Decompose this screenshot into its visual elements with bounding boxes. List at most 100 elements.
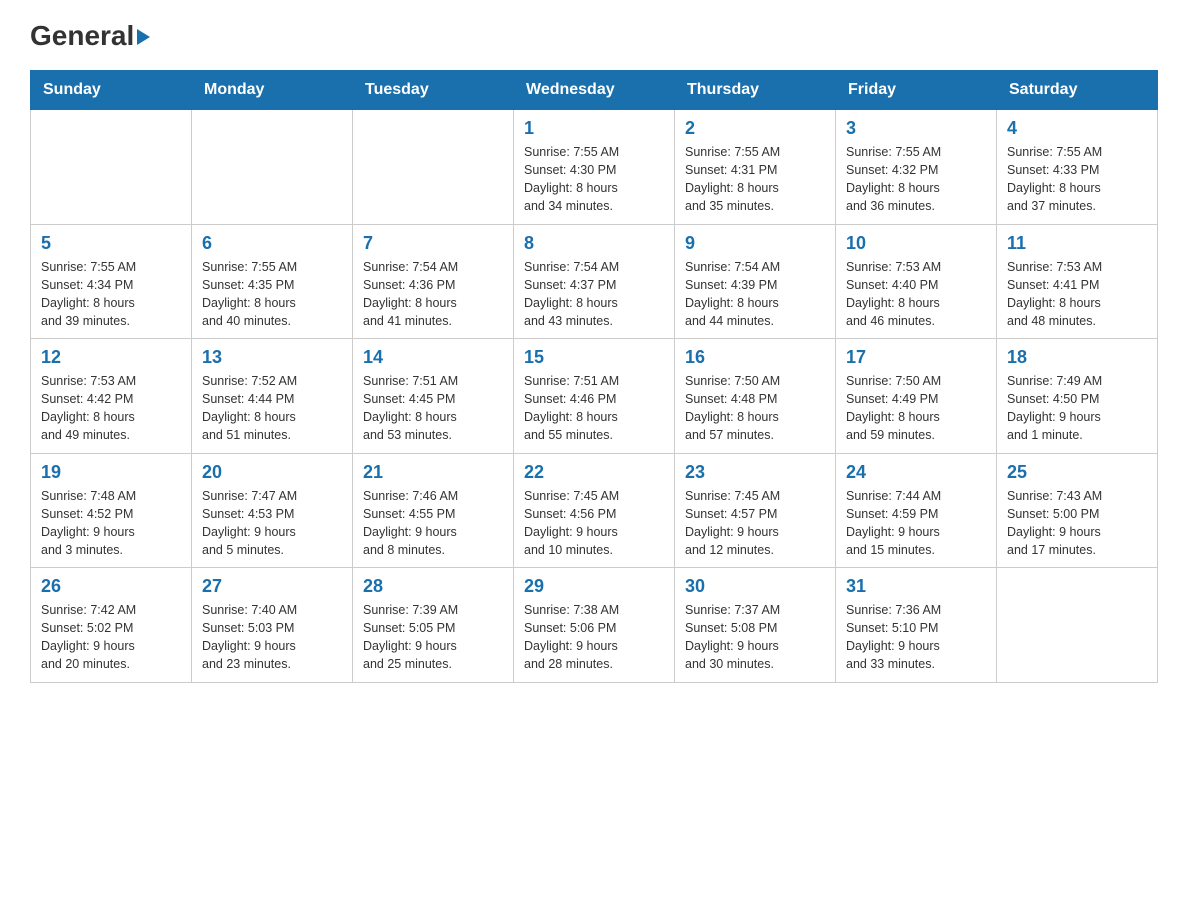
day-info: Sunrise: 7:55 AM Sunset: 4:35 PM Dayligh… — [202, 258, 342, 331]
calendar-day-30: 30Sunrise: 7:37 AM Sunset: 5:08 PM Dayli… — [675, 568, 836, 683]
weekday-header-friday: Friday — [836, 71, 997, 110]
calendar-day-7: 7Sunrise: 7:54 AM Sunset: 4:36 PM Daylig… — [353, 224, 514, 339]
calendar-day-4: 4 Sunrise: 7:55 AM Sunset: 4:33 PM Daylig… — [997, 110, 1158, 225]
calendar-table: SundayMondayTuesdayWednesdayThursdayFrid… — [30, 70, 1158, 683]
calendar-day-2: 2 Sunrise: 7:55 AM Sunset: 4:31 PM Daylig… — [675, 110, 836, 225]
day-info: Sunrise: 7:54 AM Sunset: 4:37 PM Dayligh… — [524, 258, 664, 331]
calendar-day-31: 31 Sunrise: 7:36 AM Sunset: 5:10 PM Dayli… — [836, 568, 997, 683]
calendar-day-13: 13Sunrise: 7:52 AM Sunset: 4:44 PM Dayli… — [192, 339, 353, 454]
day-number: 23 — [685, 462, 825, 483]
calendar-day-9: 9 Sunrise: 7:54 AM Sunset: 4:39 PM Daylig… — [675, 224, 836, 339]
page-header: General — [30, 20, 1158, 52]
day-number: 6 — [202, 233, 342, 254]
day-number: 11 — [1007, 233, 1147, 254]
calendar-day-11: 11 Sunrise: 7:53 AM Sunset: 4:41 PM Dayli… — [997, 224, 1158, 339]
day-number: 20 — [202, 462, 342, 483]
day-info: Sunrise: 7:53 AM Sunset: 4:42 PM Dayligh… — [41, 372, 181, 445]
day-number: 8 — [524, 233, 664, 254]
day-info: Sunrise: 7:50 AM Sunset: 4:49 PM Dayligh… — [846, 372, 986, 445]
calendar-day-21: 21Sunrise: 7:46 AM Sunset: 4:55 PM Dayli… — [353, 453, 514, 568]
calendar-day-17: 17Sunrise: 7:50 AM Sunset: 4:49 PM Dayli… — [836, 339, 997, 454]
day-number: 5 — [41, 233, 181, 254]
calendar-day-15: 15Sunrise: 7:51 AM Sunset: 4:46 PM Dayli… — [514, 339, 675, 454]
day-info: Sunrise: 7:36 AM Sunset: 5:10 PM Dayligh… — [846, 601, 986, 674]
day-info: Sunrise: 7:50 AM Sunset: 4:48 PM Dayligh… — [685, 372, 825, 445]
day-number: 28 — [363, 576, 503, 597]
day-info: Sunrise: 7:45 AM Sunset: 4:56 PM Dayligh… — [524, 487, 664, 560]
day-info: Sunrise: 7:38 AM Sunset: 5:06 PM Dayligh… — [524, 601, 664, 674]
calendar-body: 1 Sunrise: 7:55 AM Sunset: 4:30 PM Daylig… — [31, 110, 1158, 683]
calendar-day-19: 19 Sunrise: 7:48 AM Sunset: 4:52 PM Dayli… — [31, 453, 192, 568]
calendar-day-29: 29 Sunrise: 7:38 AM Sunset: 5:06 PM Dayli… — [514, 568, 675, 683]
day-number: 2 — [685, 118, 825, 139]
calendar-day-18: 18 Sunrise: 7:49 AM Sunset: 4:50 PM Dayli… — [997, 339, 1158, 454]
day-info: Sunrise: 7:43 AM Sunset: 5:00 PM Dayligh… — [1007, 487, 1147, 560]
day-number: 26 — [41, 576, 181, 597]
calendar-week-row: 19 Sunrise: 7:48 AM Sunset: 4:52 PM Dayli… — [31, 453, 1158, 568]
day-info: Sunrise: 7:51 AM Sunset: 4:46 PM Dayligh… — [524, 372, 664, 445]
day-number: 19 — [41, 462, 181, 483]
day-info: Sunrise: 7:55 AM Sunset: 4:30 PM Dayligh… — [524, 143, 664, 216]
calendar-day-25: 25 Sunrise: 7:43 AM Sunset: 5:00 PM Dayli… — [997, 453, 1158, 568]
calendar-day-26: 26 Sunrise: 7:42 AM Sunset: 5:02 PM Dayli… — [31, 568, 192, 683]
calendar-day-12: 12Sunrise: 7:53 AM Sunset: 4:42 PM Dayli… — [31, 339, 192, 454]
day-info: Sunrise: 7:54 AM Sunset: 4:39 PM Dayligh… — [685, 258, 825, 331]
weekday-header-wednesday: Wednesday — [514, 71, 675, 110]
day-info: Sunrise: 7:54 AM Sunset: 4:36 PM Dayligh… — [363, 258, 503, 331]
calendar-day-24: 24 Sunrise: 7:44 AM Sunset: 4:59 PM Dayli… — [836, 453, 997, 568]
day-number: 31 — [846, 576, 986, 597]
day-info: Sunrise: 7:49 AM Sunset: 4:50 PM Dayligh… — [1007, 372, 1147, 445]
day-info: Sunrise: 7:55 AM Sunset: 4:33 PM Dayligh… — [1007, 143, 1147, 216]
weekday-header-thursday: Thursday — [675, 71, 836, 110]
calendar-week-row: 5 Sunrise: 7:55 AM Sunset: 4:34 PM Daylig… — [31, 224, 1158, 339]
calendar-day-3: 3Sunrise: 7:55 AM Sunset: 4:32 PM Daylig… — [836, 110, 997, 225]
calendar-day-6: 6 Sunrise: 7:55 AM Sunset: 4:35 PM Daylig… — [192, 224, 353, 339]
day-info: Sunrise: 7:51 AM Sunset: 4:45 PM Dayligh… — [363, 372, 503, 445]
calendar-day-22: 22Sunrise: 7:45 AM Sunset: 4:56 PM Dayli… — [514, 453, 675, 568]
logo-triangle-icon — [137, 29, 150, 45]
day-info: Sunrise: 7:40 AM Sunset: 5:03 PM Dayligh… — [202, 601, 342, 674]
calendar-week-row: 1 Sunrise: 7:55 AM Sunset: 4:30 PM Daylig… — [31, 110, 1158, 225]
day-number: 25 — [1007, 462, 1147, 483]
day-number: 29 — [524, 576, 664, 597]
day-number: 9 — [685, 233, 825, 254]
day-info: Sunrise: 7:48 AM Sunset: 4:52 PM Dayligh… — [41, 487, 181, 560]
calendar-day-14: 14 Sunrise: 7:51 AM Sunset: 4:45 PM Dayli… — [353, 339, 514, 454]
calendar-empty-cell — [353, 110, 514, 225]
day-info: Sunrise: 7:53 AM Sunset: 4:41 PM Dayligh… — [1007, 258, 1147, 331]
logo: General — [30, 20, 150, 52]
weekday-header-row: SundayMondayTuesdayWednesdayThursdayFrid… — [31, 71, 1158, 110]
weekday-header-sunday: Sunday — [31, 71, 192, 110]
calendar-week-row: 26 Sunrise: 7:42 AM Sunset: 5:02 PM Dayli… — [31, 568, 1158, 683]
day-number: 14 — [363, 347, 503, 368]
day-number: 18 — [1007, 347, 1147, 368]
calendar-empty-cell — [31, 110, 192, 225]
weekday-header-monday: Monday — [192, 71, 353, 110]
calendar-day-5: 5 Sunrise: 7:55 AM Sunset: 4:34 PM Daylig… — [31, 224, 192, 339]
calendar-empty-cell — [192, 110, 353, 225]
calendar-day-28: 28 Sunrise: 7:39 AM Sunset: 5:05 PM Dayli… — [353, 568, 514, 683]
calendar-day-1: 1 Sunrise: 7:55 AM Sunset: 4:30 PM Daylig… — [514, 110, 675, 225]
weekday-header-tuesday: Tuesday — [353, 71, 514, 110]
day-info: Sunrise: 7:53 AM Sunset: 4:40 PM Dayligh… — [846, 258, 986, 331]
day-number: 3 — [846, 118, 986, 139]
calendar-day-20: 20Sunrise: 7:47 AM Sunset: 4:53 PM Dayli… — [192, 453, 353, 568]
day-info: Sunrise: 7:46 AM Sunset: 4:55 PM Dayligh… — [363, 487, 503, 560]
day-number: 10 — [846, 233, 986, 254]
day-number: 24 — [846, 462, 986, 483]
day-info: Sunrise: 7:39 AM Sunset: 5:05 PM Dayligh… — [363, 601, 503, 674]
day-number: 16 — [685, 347, 825, 368]
day-number: 4 — [1007, 118, 1147, 139]
day-info: Sunrise: 7:55 AM Sunset: 4:34 PM Dayligh… — [41, 258, 181, 331]
calendar-day-10: 10 Sunrise: 7:53 AM Sunset: 4:40 PM Dayli… — [836, 224, 997, 339]
calendar-empty-cell — [997, 568, 1158, 683]
day-info: Sunrise: 7:42 AM Sunset: 5:02 PM Dayligh… — [41, 601, 181, 674]
day-number: 1 — [524, 118, 664, 139]
calendar-day-23: 23Sunrise: 7:45 AM Sunset: 4:57 PM Dayli… — [675, 453, 836, 568]
day-info: Sunrise: 7:44 AM Sunset: 4:59 PM Dayligh… — [846, 487, 986, 560]
day-info: Sunrise: 7:55 AM Sunset: 4:31 PM Dayligh… — [685, 143, 825, 216]
calendar-week-row: 12Sunrise: 7:53 AM Sunset: 4:42 PM Dayli… — [31, 339, 1158, 454]
day-info: Sunrise: 7:37 AM Sunset: 5:08 PM Dayligh… — [685, 601, 825, 674]
day-number: 13 — [202, 347, 342, 368]
day-number: 27 — [202, 576, 342, 597]
